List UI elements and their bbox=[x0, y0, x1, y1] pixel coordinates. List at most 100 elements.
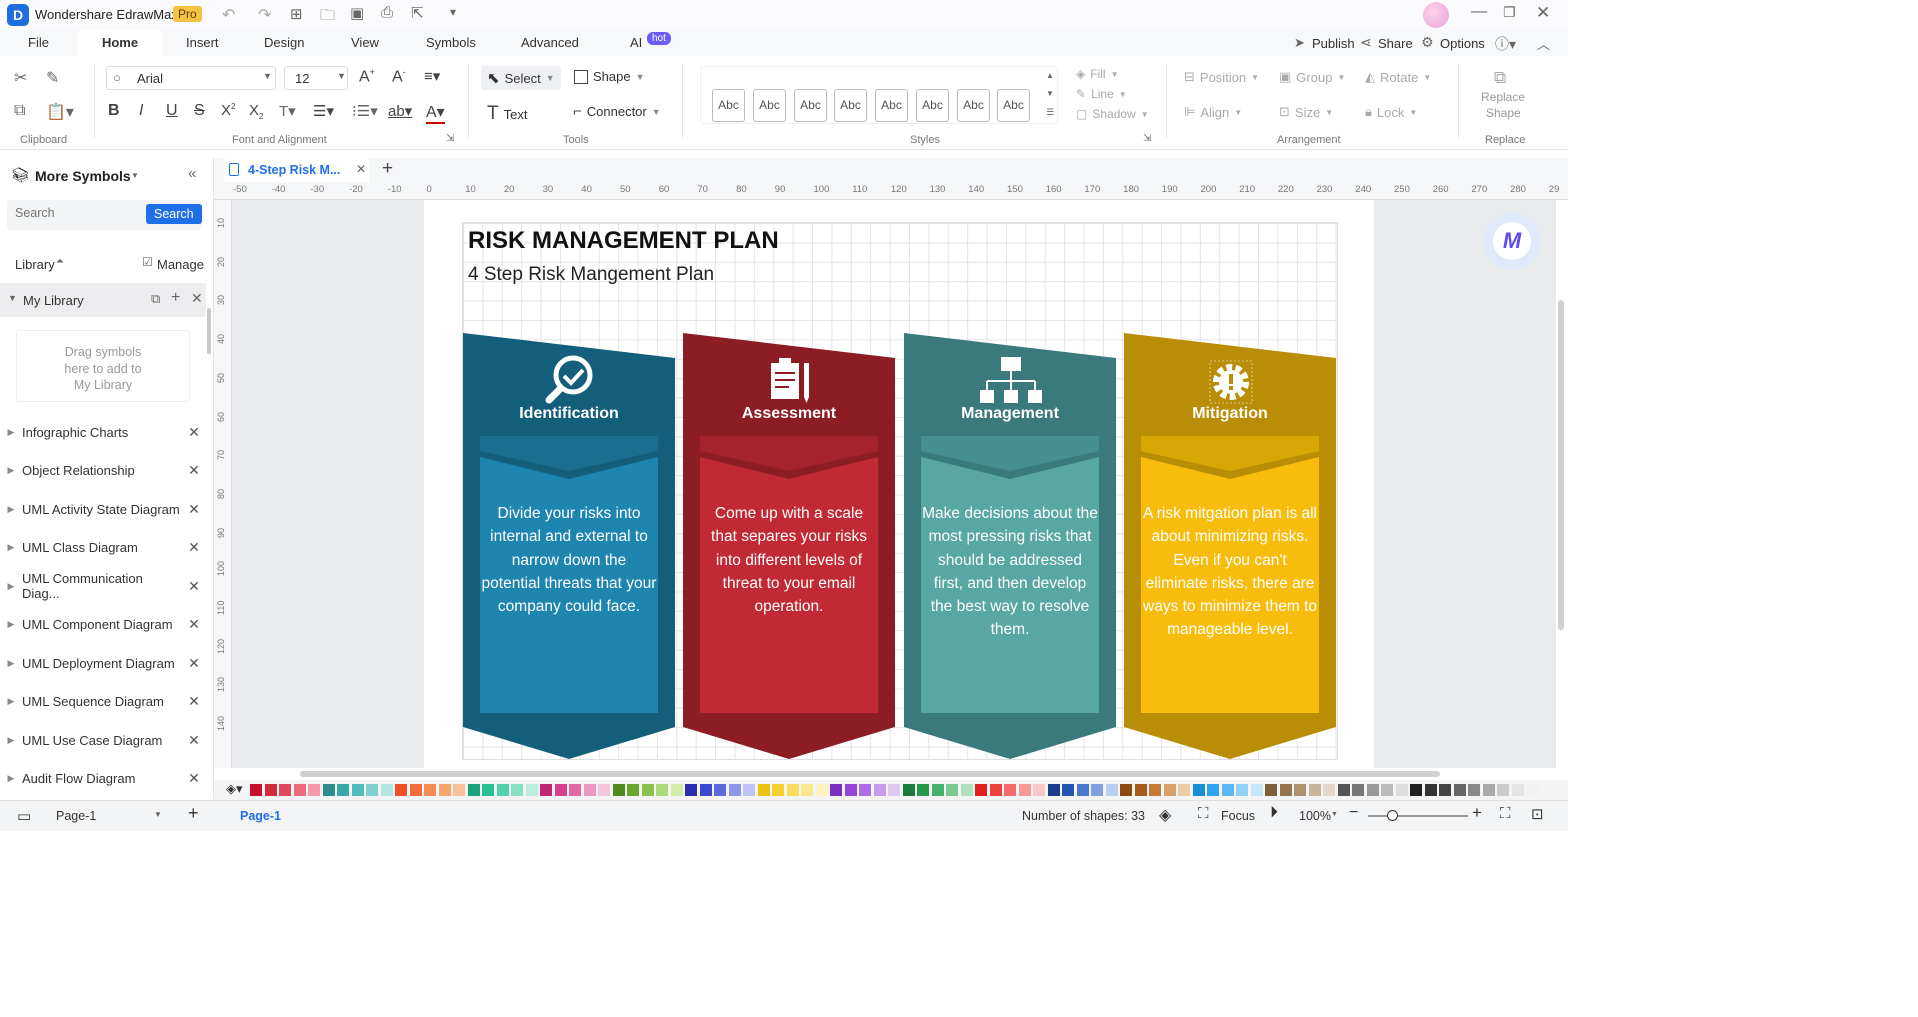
text-style-icon[interactable]: T▾ bbox=[279, 102, 296, 120]
close-icon[interactable]: ✕ bbox=[182, 462, 206, 479]
align-button[interactable]: ⊫ Align ▼ bbox=[1184, 104, 1242, 120]
new-tab-icon[interactable]: + bbox=[382, 158, 393, 180]
color-swatch[interactable] bbox=[656, 784, 668, 796]
color-swatch[interactable] bbox=[1076, 784, 1089, 796]
select-tool-button[interactable]: ⬉ Select ▼ bbox=[481, 66, 561, 90]
zoom-in-icon[interactable]: + bbox=[1472, 803, 1482, 823]
collapse-up-icon[interactable]: ⏶ bbox=[56, 256, 64, 267]
color-swatch[interactable] bbox=[670, 784, 683, 796]
color-swatch[interactable] bbox=[1410, 784, 1422, 796]
subscript-icon[interactable]: X2 bbox=[249, 102, 263, 121]
my-library-dropzone[interactable]: Drag symbols here to add to My Library bbox=[16, 330, 190, 402]
color-swatch[interactable] bbox=[1062, 784, 1074, 796]
horizontal-scrollbar[interactable] bbox=[300, 771, 1440, 777]
style-preset-3[interactable]: Abc bbox=[794, 89, 827, 122]
style-preset-8[interactable]: Abc bbox=[997, 89, 1030, 122]
color-swatch[interactable] bbox=[1265, 784, 1277, 796]
color-swatch[interactable] bbox=[351, 784, 364, 796]
color-swatch[interactable] bbox=[1250, 784, 1263, 796]
position-button[interactable]: ⊟ Position ▼ bbox=[1184, 69, 1259, 85]
color-swatch[interactable] bbox=[946, 784, 958, 796]
zoom-slider[interactable] bbox=[1368, 810, 1468, 821]
color-swatch[interactable] bbox=[801, 784, 813, 796]
color-swatch[interactable] bbox=[1105, 784, 1118, 796]
color-swatch[interactable] bbox=[685, 784, 697, 796]
decrease-font-icon[interactable]: A- bbox=[392, 67, 406, 86]
layers-icon[interactable]: ◈ bbox=[1159, 805, 1171, 825]
color-swatch[interactable] bbox=[511, 784, 523, 796]
fill-bucket-icon[interactable]: ◈▾ bbox=[226, 781, 243, 797]
cut-icon[interactable]: ✂ bbox=[14, 68, 27, 88]
diagram-title[interactable]: RISK MANAGEMENT PLAN bbox=[468, 227, 779, 255]
color-swatch[interactable] bbox=[1468, 784, 1480, 796]
size-button[interactable]: ⊡ Size ▼ bbox=[1279, 104, 1333, 120]
menu-view[interactable]: View bbox=[337, 30, 393, 56]
collapse-sidebar-icon[interactable]: « bbox=[188, 165, 196, 182]
color-swatch[interactable] bbox=[308, 784, 320, 796]
zoom-out-icon[interactable]: − bbox=[1349, 804, 1358, 822]
gallery-scroll-down-icon[interactable]: ▼ bbox=[1046, 89, 1054, 98]
color-swatch[interactable] bbox=[1033, 784, 1045, 796]
line-button[interactable]: ✎ Line ▼ bbox=[1076, 87, 1127, 101]
color-swatch[interactable] bbox=[525, 784, 538, 796]
color-swatch[interactable] bbox=[960, 784, 973, 796]
library-item-audit-flow[interactable]: ▶ Audit Flow Diagram ✕ bbox=[0, 759, 206, 797]
color-swatch[interactable] bbox=[1511, 784, 1524, 796]
add-page-icon[interactable]: + bbox=[188, 803, 199, 824]
play-icon[interactable]: ⏵ bbox=[1270, 804, 1278, 822]
color-swatch[interactable] bbox=[1134, 784, 1147, 796]
color-swatch[interactable] bbox=[772, 784, 784, 796]
bullet-list-icon[interactable]: ⁝☰▾ bbox=[352, 102, 378, 120]
color-swatch[interactable] bbox=[728, 784, 741, 796]
library-item-uml-deployment[interactable]: ▶ UML Deployment Diagram ✕ bbox=[0, 644, 206, 682]
color-swatch[interactable] bbox=[1192, 784, 1205, 796]
color-swatch[interactable] bbox=[859, 784, 871, 796]
style-preset-4[interactable]: Abc bbox=[834, 89, 867, 122]
options-button[interactable]: Options bbox=[1440, 36, 1485, 51]
diagram-subtitle[interactable]: 4 Step Risk Mangement Plan bbox=[468, 264, 714, 286]
color-swatch[interactable] bbox=[786, 784, 799, 796]
color-swatch[interactable] bbox=[1482, 784, 1495, 796]
color-swatch[interactable] bbox=[1453, 784, 1466, 796]
highlight-icon[interactable]: ab▾ bbox=[388, 102, 412, 120]
color-swatch[interactable] bbox=[1163, 784, 1176, 796]
zoom-level[interactable]: 100% bbox=[1299, 809, 1331, 823]
color-swatch[interactable] bbox=[1497, 784, 1509, 796]
add-icon[interactable]: + bbox=[171, 289, 180, 307]
library-item-uml-component[interactable]: ▶ UML Component Diagram ✕ bbox=[0, 605, 206, 643]
menu-advanced[interactable]: Advanced bbox=[507, 30, 593, 56]
library-item-uml-activity[interactable]: ▶ UML Activity State Diagram ✕ bbox=[0, 490, 206, 528]
search-button[interactable]: Search bbox=[146, 204, 202, 224]
close-icon[interactable]: ✕ bbox=[182, 770, 206, 787]
color-swatch[interactable] bbox=[366, 784, 378, 796]
color-swatch[interactable] bbox=[424, 784, 436, 796]
library-item-uml-communication[interactable]: ▶ UML Communication Diag... ✕ bbox=[0, 567, 206, 605]
new-icon[interactable]: ⊞ bbox=[290, 5, 303, 23]
font-family-select[interactable]: ○ Arial ▼ bbox=[106, 66, 276, 90]
focus-button[interactable]: Focus bbox=[1221, 809, 1255, 823]
color-swatch[interactable] bbox=[1395, 784, 1408, 796]
replace-shape-label-1[interactable]: Replace bbox=[1481, 90, 1525, 104]
vertical-scrollbar[interactable] bbox=[1558, 300, 1564, 630]
color-swatch[interactable] bbox=[1308, 784, 1321, 796]
color-swatch[interactable] bbox=[438, 784, 451, 796]
color-swatch[interactable] bbox=[743, 784, 755, 796]
color-swatch[interactable] bbox=[641, 784, 654, 796]
color-swatch[interactable] bbox=[917, 784, 929, 796]
undo-icon[interactable]: ↶ bbox=[222, 5, 235, 25]
color-swatch[interactable] bbox=[453, 784, 465, 796]
library-item-infographic-charts[interactable]: ▶ Infographic Charts ✕ bbox=[0, 413, 206, 451]
close-icon[interactable]: ✕ bbox=[182, 501, 206, 518]
color-swatch[interactable] bbox=[873, 784, 886, 796]
library-item-uml-class[interactable]: ▶ UML Class Diagram ✕ bbox=[0, 528, 206, 566]
fullscreen-icon[interactable]: ⊡ bbox=[1531, 805, 1544, 823]
color-swatch[interactable] bbox=[496, 784, 509, 796]
color-swatch[interactable] bbox=[830, 784, 842, 796]
color-swatch[interactable] bbox=[569, 784, 581, 796]
restore-icon[interactable]: ❐ bbox=[1503, 4, 1516, 21]
group-button[interactable]: ▣ Group ▼ bbox=[1279, 69, 1345, 85]
style-preset-7[interactable]: Abc bbox=[957, 89, 990, 122]
manage-button[interactable]: Manage bbox=[157, 257, 204, 272]
fit-page-icon[interactable]: ⛶ bbox=[1500, 805, 1511, 822]
shadow-button[interactable]: ▢ Shadow ▼ bbox=[1076, 107, 1149, 121]
